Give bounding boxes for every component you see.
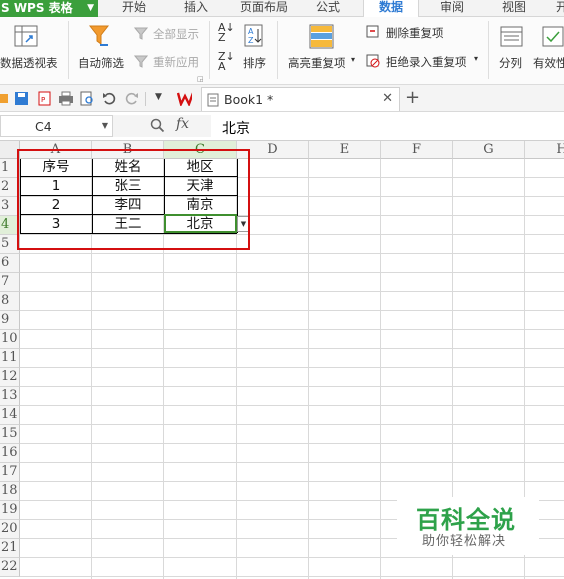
row-header-20[interactable]: 20	[0, 520, 20, 539]
row-header-21[interactable]: 21	[0, 539, 20, 558]
row-header-16[interactable]: 16	[0, 444, 20, 463]
row-header-15[interactable]: 15	[0, 425, 20, 444]
column-header-f[interactable]: F	[381, 141, 453, 159]
row-header-22[interactable]: 22	[0, 558, 20, 577]
column-header-h[interactable]: H	[525, 141, 564, 159]
row-header-7[interactable]: 7	[0, 273, 20, 292]
row-header-14[interactable]: 14	[0, 406, 20, 425]
grid-lines	[20, 157, 564, 579]
row-header-8[interactable]: 8	[0, 292, 20, 311]
row-header-13[interactable]: 13	[0, 387, 20, 406]
row-header-12[interactable]: 12	[0, 368, 20, 387]
watermark-logo: 百科全说 助你轻松解决	[397, 497, 539, 555]
row-header-17[interactable]: 17	[0, 463, 20, 482]
row-header-6[interactable]: 6	[0, 254, 20, 273]
watermark-subtitle: 助你轻松解决	[422, 534, 507, 549]
annotation-highlight-box	[17, 149, 250, 250]
column-header-g[interactable]: G	[453, 141, 525, 159]
column-header-e[interactable]: E	[309, 141, 381, 159]
spreadsheet-window: S WPS 表格 ▼ 开始 插入 页面布局 公式 数据 审阅 视图 开 数据透视…	[0, 0, 564, 579]
row-header-18[interactable]: 18	[0, 482, 20, 501]
row-header-10[interactable]: 10	[0, 330, 20, 349]
row-header-11[interactable]: 11	[0, 349, 20, 368]
row-header-19[interactable]: 19	[0, 501, 20, 520]
row-header-9[interactable]: 9	[0, 311, 20, 330]
